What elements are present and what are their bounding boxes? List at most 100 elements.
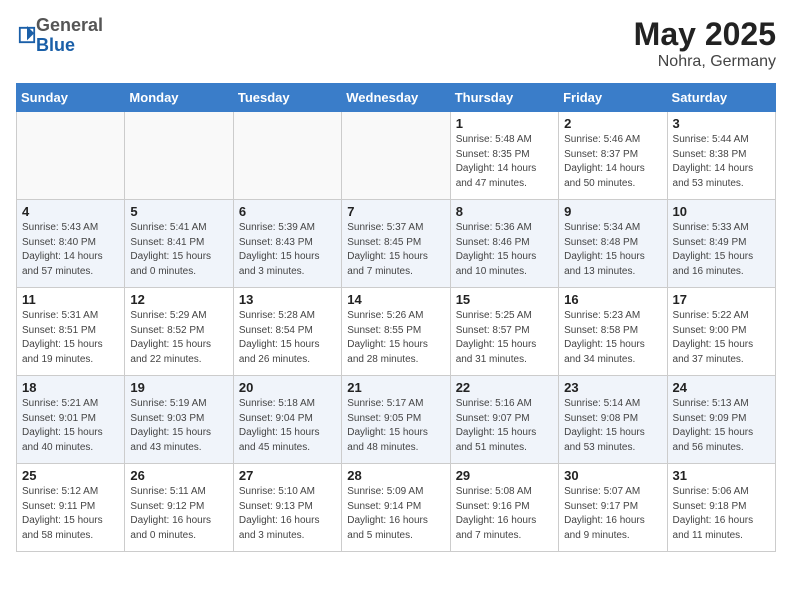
day-number: 27 <box>239 468 336 483</box>
title-block: May 2025 Nohra, Germany <box>634 16 776 71</box>
calendar-day-cell <box>233 112 341 200</box>
day-info: Sunrise: 5:11 AM Sunset: 9:12 PM Dayligh… <box>130 485 227 543</box>
day-number: 11 <box>22 292 119 307</box>
day-info: Sunrise: 5:29 AM Sunset: 8:52 PM Dayligh… <box>130 309 227 367</box>
calendar-day-cell: 2 Sunrise: 5:46 AM Sunset: 8:37 PM Daylig… <box>559 112 667 200</box>
weekday-header: Saturday <box>667 84 775 112</box>
calendar-day-cell: 30 Sunrise: 5:07 AM Sunset: 9:17 PM Dayli… <box>559 464 667 552</box>
calendar-day-cell: 13Sunrise: 5:28 AM Sunset: 8:54 PM Dayli… <box>233 288 341 376</box>
page-header: General Blue May 2025 Nohra, Germany <box>16 16 776 71</box>
logo-blue: Blue <box>36 36 103 56</box>
calendar-day-cell: 12 Sunrise: 5:29 AM Sunset: 8:52 PM Dayli… <box>125 288 233 376</box>
calendar-day-cell <box>17 112 125 200</box>
day-number: 6 <box>239 204 336 219</box>
day-info: Sunrise: 5:14 AM Sunset: 9:08 PM Dayligh… <box>564 397 661 455</box>
calendar-day-cell <box>125 112 233 200</box>
logo-general: General <box>36 16 103 36</box>
calendar-day-cell: 31Sunrise: 5:06 AM Sunset: 9:18 PM Dayli… <box>667 464 775 552</box>
day-number: 23 <box>564 380 661 395</box>
day-number: 8 <box>456 204 553 219</box>
day-info: Sunrise: 5:16 AM Sunset: 9:07 PM Dayligh… <box>456 397 553 455</box>
day-info: Sunrise: 5:46 AM Sunset: 8:37 PM Dayligh… <box>564 133 661 191</box>
day-number: 24 <box>673 380 770 395</box>
weekday-header: Sunday <box>17 84 125 112</box>
day-info: Sunrise: 5:31 AM Sunset: 8:51 PM Dayligh… <box>22 309 119 367</box>
calendar-day-cell: 7Sunrise: 5:37 AM Sunset: 8:45 PM Daylig… <box>342 200 450 288</box>
day-info: Sunrise: 5:43 AM Sunset: 8:40 PM Dayligh… <box>22 221 119 279</box>
calendar-day-cell: 8 Sunrise: 5:36 AM Sunset: 8:46 PM Daylig… <box>450 200 558 288</box>
logo: General Blue <box>16 16 103 56</box>
day-info: Sunrise: 5:39 AM Sunset: 8:43 PM Dayligh… <box>239 221 336 279</box>
day-info: Sunrise: 5:48 AM Sunset: 8:35 PM Dayligh… <box>456 133 553 191</box>
weekday-header: Monday <box>125 84 233 112</box>
calendar-day-cell: 24Sunrise: 5:13 AM Sunset: 9:09 PM Dayli… <box>667 376 775 464</box>
day-info: Sunrise: 5:44 AM Sunset: 8:38 PM Dayligh… <box>673 133 770 191</box>
day-info: Sunrise: 5:10 AM Sunset: 9:13 PM Dayligh… <box>239 485 336 543</box>
calendar-day-cell: 9 Sunrise: 5:34 AM Sunset: 8:48 PM Daylig… <box>559 200 667 288</box>
day-number: 29 <box>456 468 553 483</box>
calendar-day-cell: 3 Sunrise: 5:44 AM Sunset: 8:38 PM Daylig… <box>667 112 775 200</box>
day-info: Sunrise: 5:33 AM Sunset: 8:49 PM Dayligh… <box>673 221 770 279</box>
page-title: May 2025 <box>634 16 776 53</box>
day-number: 21 <box>347 380 444 395</box>
day-number: 10 <box>673 204 770 219</box>
calendar-week-row: 4 Sunrise: 5:43 AM Sunset: 8:40 PM Daylig… <box>17 200 776 288</box>
logo-icon <box>18 24 36 46</box>
day-info: Sunrise: 5:09 AM Sunset: 9:14 PM Dayligh… <box>347 485 444 543</box>
day-info: Sunrise: 5:12 AM Sunset: 9:11 PM Dayligh… <box>22 485 119 543</box>
day-number: 30 <box>564 468 661 483</box>
day-number: 15 <box>456 292 553 307</box>
day-info: Sunrise: 5:21 AM Sunset: 9:01 PM Dayligh… <box>22 397 119 455</box>
day-number: 26 <box>130 468 227 483</box>
day-number: 12 <box>130 292 227 307</box>
day-info: Sunrise: 5:07 AM Sunset: 9:17 PM Dayligh… <box>564 485 661 543</box>
day-info: Sunrise: 5:36 AM Sunset: 8:46 PM Dayligh… <box>456 221 553 279</box>
day-info: Sunrise: 5:23 AM Sunset: 8:58 PM Dayligh… <box>564 309 661 367</box>
day-number: 3 <box>673 116 770 131</box>
day-info: Sunrise: 5:17 AM Sunset: 9:05 PM Dayligh… <box>347 397 444 455</box>
day-number: 28 <box>347 468 444 483</box>
calendar-day-cell: 22 Sunrise: 5:16 AM Sunset: 9:07 PM Dayli… <box>450 376 558 464</box>
day-number: 2 <box>564 116 661 131</box>
calendar-day-cell: 6 Sunrise: 5:39 AM Sunset: 8:43 PM Daylig… <box>233 200 341 288</box>
calendar-day-cell: 25 Sunrise: 5:12 AM Sunset: 9:11 PM Dayli… <box>17 464 125 552</box>
calendar-day-cell: 29Sunrise: 5:08 AM Sunset: 9:16 PM Dayli… <box>450 464 558 552</box>
calendar-week-row: 1 Sunrise: 5:48 AM Sunset: 8:35 PM Daylig… <box>17 112 776 200</box>
day-number: 25 <box>22 468 119 483</box>
day-info: Sunrise: 5:37 AM Sunset: 8:45 PM Dayligh… <box>347 221 444 279</box>
day-info: Sunrise: 5:22 AM Sunset: 9:00 PM Dayligh… <box>673 309 770 367</box>
calendar-table: SundayMondayTuesdayWednesdayThursdayFrid… <box>16 83 776 552</box>
calendar-week-row: 18Sunrise: 5:21 AM Sunset: 9:01 PM Dayli… <box>17 376 776 464</box>
calendar-day-cell: 16 Sunrise: 5:23 AM Sunset: 8:58 PM Dayli… <box>559 288 667 376</box>
day-number: 16 <box>564 292 661 307</box>
weekday-header: Tuesday <box>233 84 341 112</box>
day-info: Sunrise: 5:34 AM Sunset: 8:48 PM Dayligh… <box>564 221 661 279</box>
day-number: 4 <box>22 204 119 219</box>
calendar-header-row: SundayMondayTuesdayWednesdayThursdayFrid… <box>17 84 776 112</box>
day-number: 14 <box>347 292 444 307</box>
day-number: 22 <box>456 380 553 395</box>
day-number: 9 <box>564 204 661 219</box>
day-number: 31 <box>673 468 770 483</box>
day-info: Sunrise: 5:19 AM Sunset: 9:03 PM Dayligh… <box>130 397 227 455</box>
calendar-day-cell: 27 Sunrise: 5:10 AM Sunset: 9:13 PM Dayli… <box>233 464 341 552</box>
calendar-day-cell: 1 Sunrise: 5:48 AM Sunset: 8:35 PM Daylig… <box>450 112 558 200</box>
page-subtitle: Nohra, Germany <box>634 53 776 71</box>
weekday-header: Wednesday <box>342 84 450 112</box>
day-info: Sunrise: 5:26 AM Sunset: 8:55 PM Dayligh… <box>347 309 444 367</box>
day-info: Sunrise: 5:18 AM Sunset: 9:04 PM Dayligh… <box>239 397 336 455</box>
day-number: 1 <box>456 116 553 131</box>
calendar-day-cell: 20 Sunrise: 5:18 AM Sunset: 9:04 PM Dayli… <box>233 376 341 464</box>
calendar-day-cell: 5Sunrise: 5:41 AM Sunset: 8:41 PM Daylig… <box>125 200 233 288</box>
day-number: 5 <box>130 204 227 219</box>
day-number: 20 <box>239 380 336 395</box>
weekday-header: Friday <box>559 84 667 112</box>
calendar-day-cell: 23 Sunrise: 5:14 AM Sunset: 9:08 PM Dayli… <box>559 376 667 464</box>
day-number: 17 <box>673 292 770 307</box>
day-number: 13 <box>239 292 336 307</box>
calendar-day-cell: 21 Sunrise: 5:17 AM Sunset: 9:05 PM Dayli… <box>342 376 450 464</box>
calendar-day-cell: 14 Sunrise: 5:26 AM Sunset: 8:55 PM Dayli… <box>342 288 450 376</box>
calendar-week-row: 25 Sunrise: 5:12 AM Sunset: 9:11 PM Dayli… <box>17 464 776 552</box>
calendar-day-cell: 10 Sunrise: 5:33 AM Sunset: 8:49 PM Dayli… <box>667 200 775 288</box>
calendar-day-cell <box>342 112 450 200</box>
